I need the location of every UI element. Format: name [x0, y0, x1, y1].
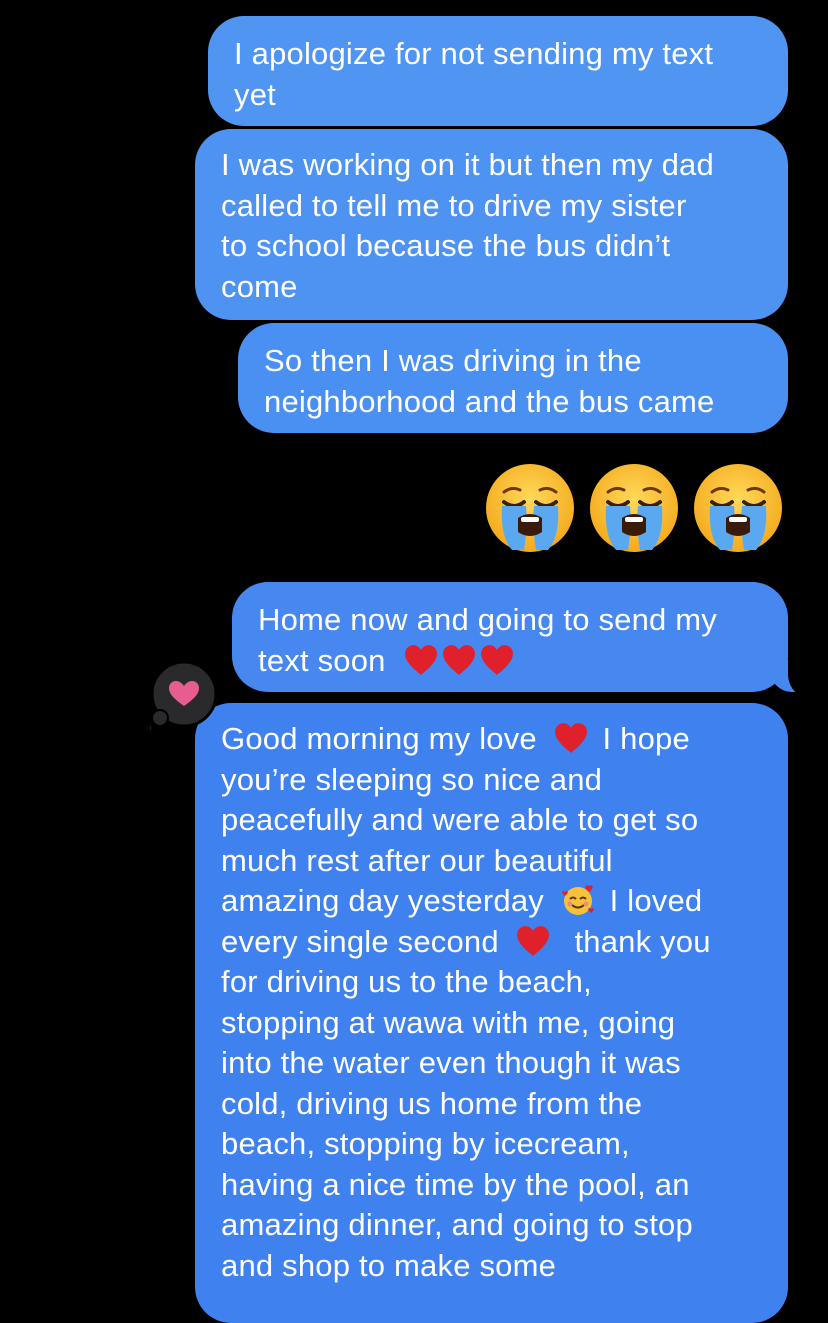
message-text: stopping at wawa with me, going [221, 1004, 676, 1040]
message-bubble-1[interactable]: I apologize for not sending my text yet [208, 16, 788, 126]
message-text: called to tell me to drive my sister [221, 187, 687, 223]
loudly-crying-face-icon [590, 464, 678, 552]
message-text: into the water even though it was [221, 1045, 681, 1080]
message-text: and shop to make some [221, 1247, 557, 1283]
message-bubble-3[interactable]: So then I was driving in the neighborhoo… [238, 323, 788, 433]
message-text: you’re sleeping so nice and [221, 761, 603, 797]
message-text: I apologize for not sending my text [234, 36, 714, 71]
message-text: I hope [602, 721, 690, 756]
message-text: thank you [574, 923, 711, 959]
red-heart-icon [405, 644, 438, 675]
message-text: Home now and going to send my [258, 602, 718, 637]
message-text: text soon [258, 642, 386, 678]
message-text: So then I was driving in the [264, 343, 642, 378]
red-heart-icon [554, 723, 587, 753]
smiling-face-with-hearts-icon [561, 885, 594, 915]
emoji-message[interactable] [484, 462, 784, 554]
message-text: amazing dinner, and going to stop [221, 1207, 693, 1242]
message-bubble-2[interactable]: I was working on it but then my dad call… [195, 129, 788, 320]
message-text: Good morning my love [221, 721, 537, 756]
red-heart-icon [481, 644, 514, 675]
message-bubble-5[interactable]: Good morning my love I hope you’re sleep… [195, 703, 788, 1323]
message-text: peacefully and were able to get so [221, 802, 699, 837]
message-text: cold, driving us home from the [221, 1085, 643, 1121]
loudly-crying-face-icon [486, 464, 574, 552]
message-text: I was working on it but then my dad [221, 147, 714, 182]
message-text: having a nice time by the pool, an [221, 1166, 690, 1202]
red-heart-icon [516, 925, 549, 956]
heart-tapback-icon[interactable] [150, 660, 220, 730]
message-text: beach, stopping by icecream, [221, 1126, 630, 1161]
message-text: I loved [609, 883, 703, 918]
message-text: yet [234, 76, 276, 112]
message-text: for driving us to the beach, [221, 964, 592, 999]
message-text: neighborhood and the bus came [264, 383, 715, 419]
message-text: come [221, 268, 298, 304]
red-heart-icon [443, 644, 476, 675]
message-text: amazing day yesterday [221, 883, 544, 918]
message-text: much rest after our beautiful [221, 842, 613, 878]
message-text: every single second [221, 923, 499, 959]
message-text: to school because the bus didn’t [221, 228, 671, 263]
message-bubble-4[interactable]: Home now and going to send my text soon [232, 582, 788, 692]
loudly-crying-face-icon [694, 464, 782, 552]
